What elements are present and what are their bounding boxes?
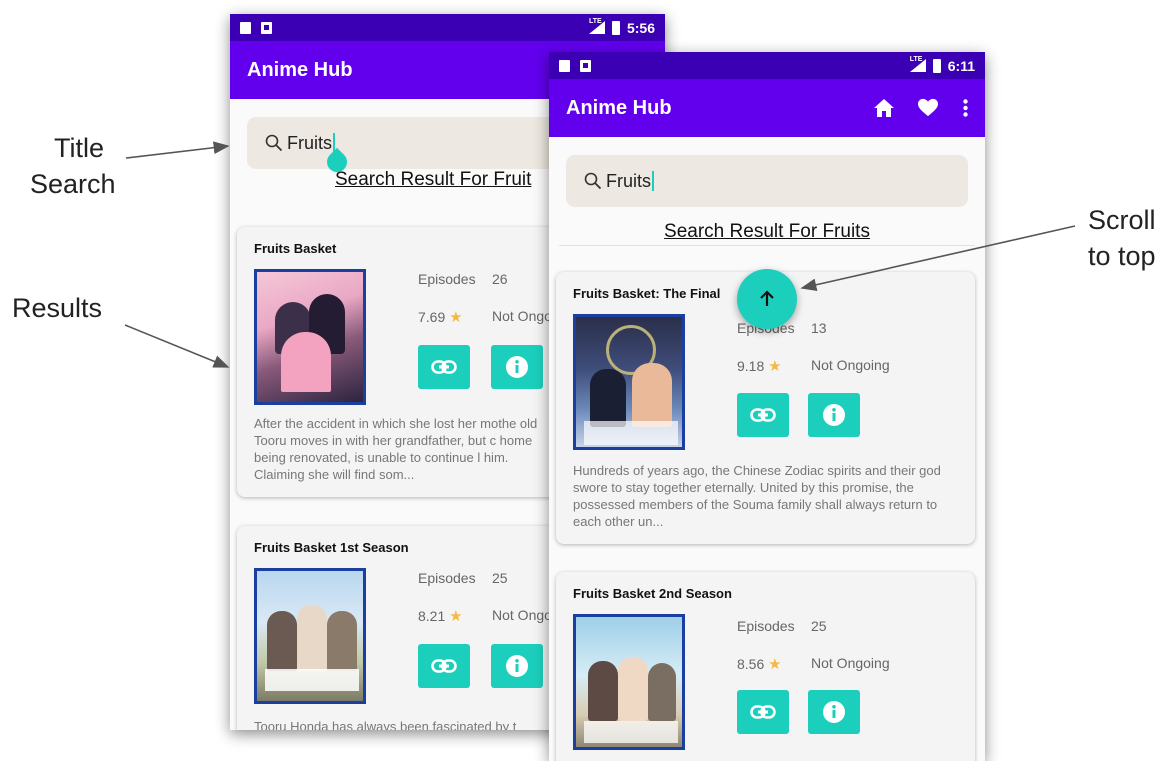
card-description: Hundreds of years ago, the Chinese Zodia… <box>573 463 941 529</box>
search-result-heading: Search Result For Fruits <box>664 221 870 242</box>
status-bar: LTE 6:11 <box>549 52 985 79</box>
sd-card-icon <box>240 21 251 34</box>
info-icon <box>823 404 845 426</box>
divider <box>559 245 975 246</box>
card-description: Tooru Honda has always been fascinated b… <box>254 719 517 730</box>
status-bar: LTE 5:56 <box>230 14 665 41</box>
annotation-scroll-line1: Scroll <box>1088 205 1156 235</box>
text-cursor <box>652 171 654 191</box>
episodes-count: 25 <box>811 618 827 634</box>
search-value: Fruits <box>287 132 332 153</box>
star-icon: ★ <box>768 656 782 673</box>
episodes-label: Episodes <box>737 618 795 634</box>
signal-icon: LTE <box>588 18 605 34</box>
stage: Title Search Results Scroll to top LTE 5… <box>0 0 1173 761</box>
annotation-title-search-line1: Title <box>53 133 104 163</box>
star-icon: ★ <box>768 358 782 375</box>
annotation-title-search: Title Search <box>30 130 116 202</box>
info-button[interactable] <box>808 690 860 734</box>
battery-icon <box>611 20 620 35</box>
more-vert-icon[interactable] <box>962 98 968 118</box>
episodes-label: Episodes <box>418 271 476 287</box>
info-button[interactable] <box>491 345 543 389</box>
annotation-title-search-line2: Search <box>30 169 116 199</box>
app-title: Anime Hub <box>566 96 672 119</box>
score: 8.21 ★ <box>418 607 463 625</box>
annotation-results: Results <box>12 293 103 323</box>
arrow-results <box>124 324 230 368</box>
search-input[interactable]: Fruits <box>566 155 968 207</box>
airing-status: Not Ongoing <box>811 357 890 373</box>
info-icon <box>823 701 845 723</box>
card-title: Fruits Basket 1st Season <box>254 540 409 555</box>
home-icon[interactable] <box>874 98 894 118</box>
info-icon <box>506 655 528 677</box>
signal-label: LTE <box>909 56 923 63</box>
scroll-to-top-button[interactable] <box>737 269 797 329</box>
info-button[interactable] <box>808 393 860 437</box>
score-value: 9.18 <box>737 358 765 374</box>
airing-status: Not Ongo <box>492 607 552 623</box>
phone-screen-scrolled: LTE 6:11 Anime Hub Fruits Search Result … <box>549 52 985 761</box>
card-description: After the accident in which she lost her… <box>254 416 538 482</box>
annotation-scroll-line2: to top <box>1088 241 1156 271</box>
link-icon <box>431 659 457 673</box>
arrow-up-icon <box>760 290 774 306</box>
battery-icon <box>932 58 941 73</box>
arrow-title-search <box>125 141 230 159</box>
app-bar: Anime Hub <box>549 79 985 137</box>
anime-poster <box>254 269 366 405</box>
info-button[interactable] <box>491 644 543 688</box>
info-icon <box>506 356 528 378</box>
photo-icon <box>261 21 272 34</box>
link-icon <box>750 705 776 719</box>
score: 8.56 ★ <box>737 655 782 673</box>
score-value: 7.69 <box>418 309 446 325</box>
status-time: 6:11 <box>947 57 975 74</box>
airing-status: Not Ongoi <box>492 308 556 324</box>
anime-poster <box>254 568 366 704</box>
episodes-count: 25 <box>492 570 508 586</box>
link-icon <box>431 360 457 374</box>
link-button[interactable] <box>418 644 470 688</box>
link-button[interactable] <box>737 393 789 437</box>
signal-icon: LTE <box>909 56 926 72</box>
score-value: 8.56 <box>737 656 765 672</box>
result-card[interactable]: Fruits Basket 2nd Season Episodes 25 8.5… <box>556 572 975 761</box>
search-icon <box>265 134 283 152</box>
link-button[interactable] <box>418 345 470 389</box>
card-title: Fruits Basket <box>254 241 337 256</box>
link-button[interactable] <box>737 690 789 734</box>
card-title: Fruits Basket 2nd Season <box>573 586 732 601</box>
episodes-count: 26 <box>492 271 508 287</box>
episodes-label: Episodes <box>418 570 476 586</box>
photo-icon <box>580 59 591 72</box>
link-icon <box>750 408 776 422</box>
heart-icon[interactable] <box>918 98 938 118</box>
app-title: Anime Hub <box>247 58 353 81</box>
episodes-count: 13 <box>811 320 827 336</box>
score-value: 8.21 <box>418 608 446 624</box>
star-icon: ★ <box>449 608 463 625</box>
search-icon <box>584 172 602 190</box>
search-value: Fruits <box>606 170 651 191</box>
search-result-heading: Search Result For Fruit <box>335 169 532 190</box>
airing-status: Not Ongoing <box>811 655 890 671</box>
sd-card-icon <box>559 59 570 72</box>
card-title: Fruits Basket: The Final <box>573 286 721 301</box>
anime-poster <box>573 314 685 450</box>
star-icon: ★ <box>449 309 463 326</box>
score: 9.18 ★ <box>737 357 782 375</box>
anime-poster <box>573 614 685 750</box>
signal-label: LTE <box>588 18 602 25</box>
status-time: 5:56 <box>626 19 655 36</box>
score: 7.69 ★ <box>418 308 463 326</box>
annotation-scroll-to-top: Scroll to top <box>1088 202 1156 274</box>
